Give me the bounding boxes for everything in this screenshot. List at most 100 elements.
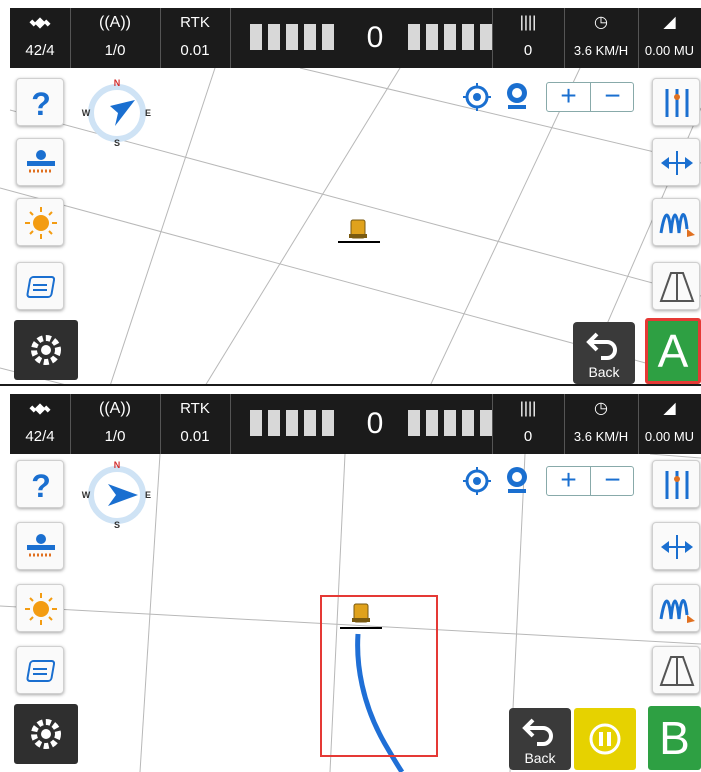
- line-count: 0: [523, 428, 533, 445]
- signal-value: 1/0: [104, 428, 126, 445]
- sun-icon: [25, 593, 57, 625]
- switch-mode-button[interactable]: [16, 646, 64, 694]
- line-count-status: |||| 0: [492, 8, 564, 68]
- shift-arrows-icon: [661, 151, 693, 175]
- gear-icon: [31, 335, 61, 365]
- svg-text:?: ?: [31, 86, 51, 122]
- sun-icon: [25, 207, 57, 239]
- compass: N S E W: [82, 460, 151, 530]
- perspective-button[interactable]: [652, 262, 700, 310]
- rows-icon: ||||: [519, 14, 537, 31]
- tractor-icon: [338, 219, 380, 243]
- back-button[interactable]: Back: [509, 708, 571, 770]
- curve-mode-button[interactable]: [652, 584, 700, 632]
- svg-text:?: ?: [31, 468, 51, 504]
- brightness-button[interactable]: [16, 584, 64, 632]
- speed-value: 3.6 KM/H: [573, 43, 629, 58]
- question-icon: ?: [31, 86, 51, 122]
- compass-e: E: [145, 108, 151, 118]
- curve-path-icon: [659, 213, 695, 237]
- rtk-value: 0.01: [180, 428, 210, 445]
- rows-icon: ||||: [519, 400, 537, 417]
- road-perspective-icon: [659, 272, 695, 302]
- area-icon: ◢: [663, 14, 676, 31]
- speedometer-icon: ◷: [594, 400, 608, 417]
- guidance-lines-button[interactable]: [652, 78, 700, 126]
- shift-arrows-icon: [661, 535, 693, 559]
- compass-s: S: [114, 520, 120, 530]
- undo-arrow-icon: [522, 718, 553, 746]
- satellite-count: 42/4: [25, 428, 55, 445]
- zoom-control: + −: [546, 466, 634, 496]
- implement-button[interactable]: [16, 522, 64, 570]
- implement-icon: [27, 534, 55, 557]
- area-value: 0.00 MU: [644, 429, 695, 444]
- set-point-b-button[interactable]: B: [648, 706, 701, 770]
- line-count-status: |||| 0: [492, 394, 564, 454]
- line-count: 0: [523, 42, 533, 59]
- brightness-button[interactable]: [16, 198, 64, 246]
- zoom-in-button[interactable]: +: [547, 82, 590, 111]
- swap-icon: [26, 660, 56, 682]
- speed-status: ◷ 3.6 KM/H: [564, 8, 638, 68]
- speedometer-icon: ◷: [594, 14, 608, 31]
- help-button[interactable]: ?: [16, 460, 64, 508]
- shift-line-button[interactable]: [652, 522, 700, 570]
- signal-value: 1/0: [104, 42, 126, 59]
- guidance-lines-icon: [665, 471, 689, 499]
- area-status: ◢ 0.00 MU: [638, 8, 701, 68]
- pause-icon: [589, 723, 621, 755]
- compass-n: N: [114, 460, 121, 470]
- steering-offset: 0: [366, 21, 384, 54]
- camera-button[interactable]: [502, 80, 532, 112]
- settings-button[interactable]: [14, 704, 78, 764]
- back-label: Back: [588, 364, 620, 380]
- speed-value: 3.6 KM/H: [573, 429, 629, 444]
- curve-path-icon: [659, 599, 695, 623]
- compass-s: S: [114, 138, 120, 148]
- set-point-a-button[interactable]: A: [645, 318, 701, 384]
- screen-panel-1: 42/4 ((A)) 1/0 RTK 0.01 0 |||| 0 ◷ 3.6 K…: [0, 0, 701, 386]
- antenna-icon: ((A)): [99, 14, 131, 31]
- curve-mode-button[interactable]: [652, 198, 700, 246]
- shift-line-button[interactable]: [652, 138, 700, 186]
- implement-icon: [27, 150, 55, 173]
- switch-mode-button[interactable]: [16, 262, 64, 310]
- zoom-in-button[interactable]: +: [547, 466, 590, 495]
- satellite-status: 42/4: [10, 394, 70, 454]
- guidance-lines-icon: [665, 89, 689, 117]
- perspective-button[interactable]: [652, 646, 700, 694]
- satellite-count: 42/4: [25, 42, 55, 59]
- question-icon: ?: [31, 468, 51, 504]
- help-button[interactable]: ?: [16, 78, 64, 126]
- rtk-label: RTK: [180, 400, 210, 417]
- compass-e: E: [145, 490, 151, 500]
- locate-button[interactable]: [462, 466, 492, 496]
- zoom-out-button[interactable]: −: [590, 466, 634, 495]
- zoom-out-button[interactable]: −: [590, 82, 634, 111]
- signal-status: ((A)) 1/0: [70, 8, 160, 68]
- undo-arrow-icon: [586, 332, 617, 360]
- satellite-icon: [10, 398, 70, 420]
- speed-status: ◷ 3.6 KM/H: [564, 394, 638, 454]
- signal-status: ((A)) 1/0: [70, 394, 160, 454]
- back-button[interactable]: Back: [573, 322, 635, 384]
- steering-offset: 0: [366, 407, 384, 440]
- compass: N S E W: [82, 78, 151, 148]
- status-bar: 42/4 ((A)) 1/0 RTK 0.01 0 |||| 0 ◷ 3.6 K…: [10, 394, 701, 454]
- locate-button[interactable]: [462, 82, 492, 112]
- rtk-status: RTK 0.01: [160, 394, 230, 454]
- compass-w: W: [82, 490, 91, 500]
- swap-icon: [26, 276, 56, 298]
- camera-button[interactable]: [502, 464, 532, 496]
- guidance-lines-button[interactable]: [652, 460, 700, 508]
- settings-button[interactable]: [14, 320, 78, 380]
- area-icon: ◢: [663, 400, 676, 417]
- back-label: Back: [524, 750, 556, 766]
- rtk-value: 0.01: [180, 42, 210, 59]
- screen-panel-2: 42/4 ((A)) 1/0 RTK 0.01 0 |||| 0 ◷ 3.6 K…: [0, 386, 701, 772]
- implement-button[interactable]: [16, 138, 64, 186]
- gear-icon: [31, 719, 61, 749]
- pause-button[interactable]: [574, 708, 636, 770]
- track-path: [355, 633, 405, 772]
